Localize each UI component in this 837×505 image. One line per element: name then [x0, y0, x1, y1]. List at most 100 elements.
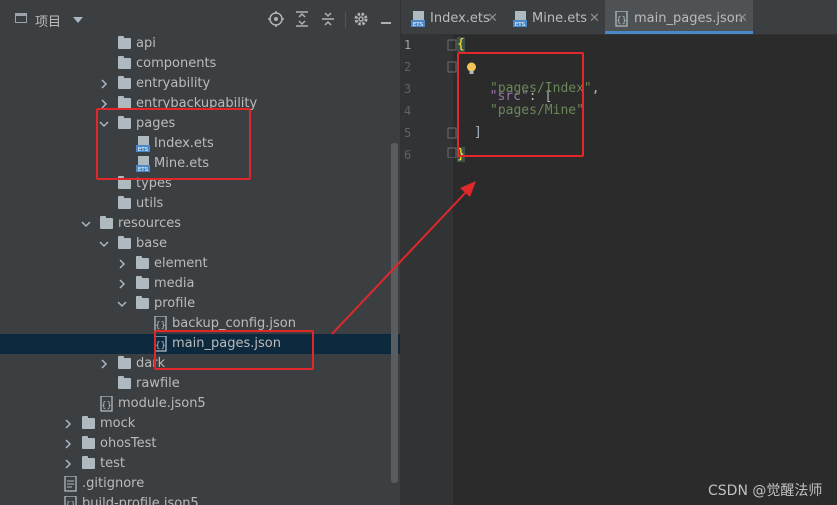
svg-text:{}: {}	[616, 16, 627, 26]
watermark: CSDN @觉醒法师	[708, 483, 823, 499]
close-icon[interactable]: ✕	[589, 11, 600, 26]
tree-item-label: components	[136, 56, 217, 71]
chevron-right-icon[interactable]	[117, 279, 127, 289]
tree-item-label: mock	[100, 416, 136, 431]
folder-icon	[118, 236, 131, 249]
folder-icon	[118, 356, 131, 369]
gitignore-file-icon	[64, 476, 77, 492]
tree-item-label: module.json5	[118, 396, 206, 411]
chevron-down-icon[interactable]	[117, 299, 127, 309]
tree-item-resources[interactable]: resources	[0, 214, 400, 234]
tree-item-media[interactable]: media	[0, 274, 400, 294]
json-file-icon: {}	[615, 11, 628, 27]
line-number: 3	[404, 82, 412, 96]
chevron-down-icon[interactable]	[99, 239, 109, 249]
json5-file-icon: {}	[64, 496, 77, 505]
chevron-right-icon[interactable]	[99, 359, 109, 369]
tree-item-label: profile	[154, 296, 196, 311]
expand-all-icon[interactable]	[294, 11, 310, 27]
brace-match: {	[457, 37, 465, 52]
folder-icon	[118, 196, 131, 209]
hide-icon[interactable]	[378, 11, 394, 27]
tree-item-module-json5[interactable]: {} module.json5	[0, 394, 400, 414]
tree-item-label: base	[136, 236, 167, 251]
tree-item-base[interactable]: base	[0, 234, 400, 254]
svg-text:{}: {}	[101, 401, 112, 411]
close-icon[interactable]: ✕	[737, 11, 748, 26]
close-icon[interactable]: ✕	[487, 11, 498, 26]
highlight-box-code	[457, 52, 584, 157]
toolbar-separator	[345, 12, 346, 28]
tree-item-ohostest[interactable]: ohosTest	[0, 434, 400, 454]
svg-text:ETS: ETS	[515, 22, 526, 27]
tree-scrollbar[interactable]	[391, 143, 398, 483]
locate-icon[interactable]	[268, 11, 284, 27]
folder-icon	[100, 216, 113, 229]
folder-icon	[118, 376, 131, 389]
fold-markers[interactable]	[447, 38, 457, 158]
tree-item-element[interactable]: element	[0, 254, 400, 274]
folder-icon	[136, 256, 149, 269]
tab-index-ets[interactable]: ETS Index.ets ✕	[401, 0, 503, 34]
tree-item-rawfile[interactable]: rawfile	[0, 374, 400, 394]
chevron-right-icon[interactable]	[63, 419, 73, 429]
tree-item-label: .gitignore	[82, 476, 145, 491]
chevron-right-icon[interactable]	[99, 79, 109, 89]
project-view-icon	[15, 13, 27, 23]
settings-icon[interactable]	[353, 11, 369, 27]
tree-item-test[interactable]: test	[0, 454, 400, 474]
line-number: 4	[404, 104, 412, 118]
project-panel-header: 项目	[0, 0, 400, 34]
tree-item-build-profile[interactable]: {} build-profile.json5	[0, 494, 400, 505]
editor-tabs: ETS Index.ets ✕ ETS Mine.ets ✕ {} main_p…	[401, 0, 837, 35]
folder-icon	[82, 436, 95, 449]
line-number: 6	[404, 148, 412, 162]
folder-icon	[82, 456, 95, 469]
chevron-right-icon[interactable]	[63, 459, 73, 469]
project-panel: 项目 api components entryability entryback…	[0, 0, 400, 505]
line-number: 2	[404, 60, 412, 74]
tree-item-label: build-profile.json5	[82, 496, 199, 505]
json-punct: ,	[591, 81, 600, 96]
tree-item-utils[interactable]: utils	[0, 194, 400, 214]
line-number: 5	[404, 126, 412, 140]
collapse-all-icon[interactable]	[320, 11, 336, 27]
folder-icon	[118, 76, 131, 89]
chevron-down-icon[interactable]	[81, 219, 91, 229]
folder-icon	[136, 296, 149, 309]
folder-icon	[136, 276, 149, 289]
tree-item-label: backup_config.json	[172, 316, 296, 331]
highlight-box-pages	[96, 108, 251, 180]
view-dropdown-icon[interactable]	[73, 17, 83, 23]
tree-item-mock[interactable]: mock	[0, 414, 400, 434]
ets-file-icon: ETS	[411, 11, 425, 27]
folder-icon	[118, 56, 131, 69]
tab-mine-ets[interactable]: ETS Mine.ets ✕	[503, 0, 605, 34]
chevron-right-icon[interactable]	[117, 259, 127, 269]
tree-item-entryability[interactable]: entryability	[0, 74, 400, 94]
tree-item-label: entryability	[136, 76, 211, 91]
tab-label: main_pages.json	[634, 11, 743, 26]
chevron-right-icon[interactable]	[63, 439, 73, 449]
ets-file-icon: ETS	[513, 11, 527, 27]
highlight-box-main-pages	[154, 330, 314, 370]
tree-item-components[interactable]: components	[0, 54, 400, 74]
tree-item-gitignore[interactable]: .gitignore	[0, 474, 400, 494]
svg-text:{}: {}	[65, 501, 76, 505]
tree-item-label: element	[154, 256, 208, 271]
tree-item-profile[interactable]: profile	[0, 294, 400, 314]
tree-item-label: resources	[118, 216, 182, 231]
tree-item-label: utils	[136, 196, 164, 211]
code-line-1[interactable]: {	[457, 37, 465, 52]
tree-item-label: media	[154, 276, 195, 291]
tab-main-pages-json[interactable]: {} main_pages.json ✕	[605, 0, 753, 34]
json5-file-icon: {}	[100, 396, 113, 412]
tab-label: Mine.ets	[532, 11, 588, 26]
svg-text:ETS: ETS	[413, 22, 424, 27]
tree-item-label: api	[136, 36, 156, 51]
tree-item-api[interactable]: api	[0, 34, 400, 54]
line-number: 1	[404, 38, 412, 52]
folder-icon	[82, 416, 95, 429]
project-panel-title: 项目	[35, 15, 62, 30]
tab-label: Index.ets	[430, 11, 490, 26]
